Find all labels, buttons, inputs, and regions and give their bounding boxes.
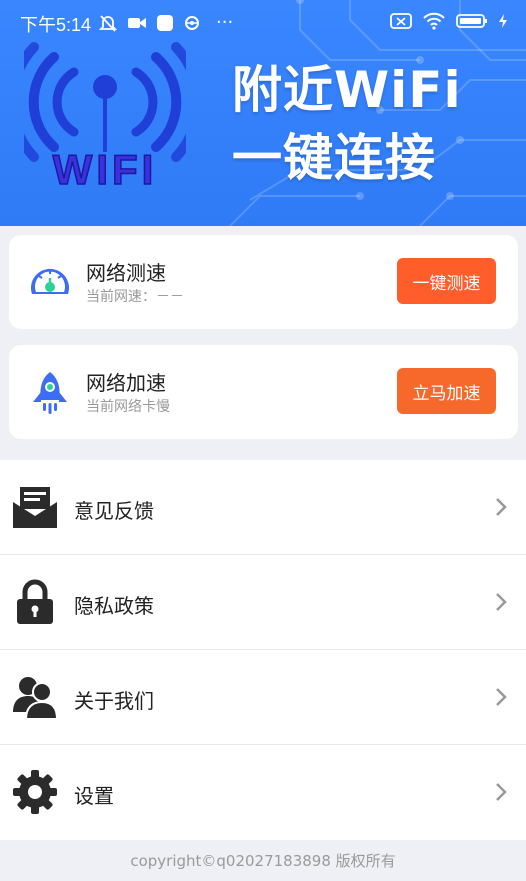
wifi-logo: WIFI <box>24 42 186 192</box>
app-icon <box>157 14 173 31</box>
menu-item-label: 设置 <box>74 784 114 808</box>
menu-item-feedback[interactable]: 意见反馈 <box>0 460 526 555</box>
feedback-icon <box>13 487 57 528</box>
accelerate-card: 网络加速 当前网络卡慢 立马加速 <box>9 345 518 439</box>
more-icon: ··· <box>216 12 234 33</box>
mute-icon <box>98 14 118 32</box>
menu-item-about[interactable]: 关于我们 <box>0 650 526 745</box>
speed-test-subtitle: 当前网速：－－ <box>86 289 184 305</box>
users-icon <box>13 677 58 720</box>
menu-list: 意见反馈 隐私政策 关于我们 设置 <box>0 460 526 840</box>
speedometer-icon <box>31 268 69 294</box>
video-icon <box>128 17 146 28</box>
chevron-right-icon <box>496 498 507 516</box>
headline-line2: 一键连接 <box>232 129 436 187</box>
copyright-footer: copyright©q02027183898 版权所有 <box>130 852 396 870</box>
wifi-icon <box>423 12 445 30</box>
header-banner: 下午5:14 ··· WIFI 附近WiFi 一键连接 <box>0 0 526 226</box>
menu-item-settings[interactable]: 设置 <box>0 745 526 840</box>
chevron-right-icon <box>496 783 507 801</box>
menu-item-label: 关于我们 <box>74 689 154 713</box>
rocket-icon <box>33 372 67 414</box>
sim-off-icon <box>390 13 412 29</box>
lock-icon <box>17 579 53 624</box>
chevron-right-icon <box>496 593 507 611</box>
headline-line1: 附近WiFi <box>232 61 462 119</box>
settings-icon <box>13 770 57 814</box>
menu-item-privacy[interactable]: 隐私政策 <box>0 555 526 650</box>
battery-icon <box>456 14 487 28</box>
wifi-logo-text: WIFI <box>53 146 158 192</box>
accelerate-subtitle: 当前网络卡慢 <box>86 399 170 415</box>
gear-small-icon <box>185 15 199 30</box>
accelerate-button[interactable]: 立马加速 <box>397 368 496 414</box>
chevron-right-icon <box>496 688 507 706</box>
menu-item-label: 意见反馈 <box>74 499 154 523</box>
speed-test-button[interactable]: 一键测速 <box>397 258 496 304</box>
menu-item-label: 隐私政策 <box>74 594 154 618</box>
speed-test-title: 网络测速 <box>86 261 166 285</box>
speed-test-card: 网络测速 当前网速：－－ 一键测速 <box>9 235 518 329</box>
accelerate-title: 网络加速 <box>86 371 166 395</box>
charging-icon <box>499 14 507 28</box>
